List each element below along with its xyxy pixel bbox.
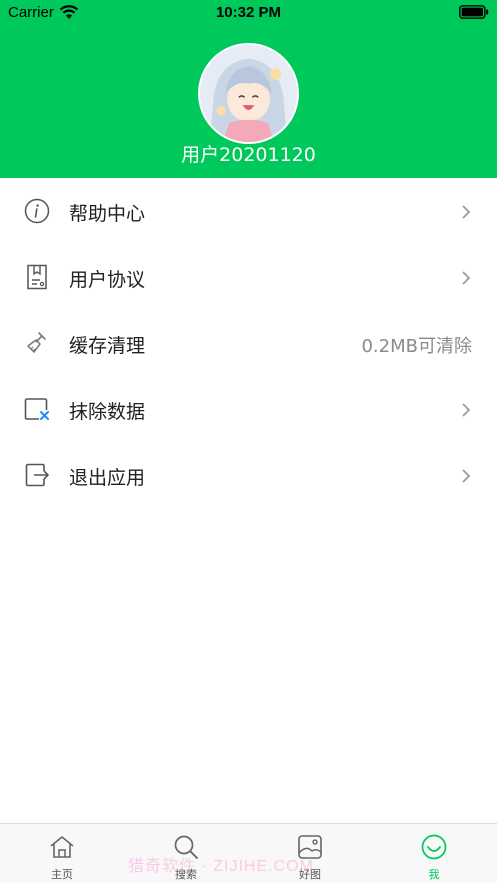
info-icon: [24, 198, 50, 224]
home-icon: [50, 836, 74, 858]
me-icon: [421, 834, 447, 860]
username: 用户20201120: [181, 144, 316, 166]
menu-item-help-center[interactable]: 帮助中心: [0, 178, 497, 244]
menu-item-user-agreement[interactable]: 用户协议: [0, 244, 497, 310]
menu-item-label: 帮助中心: [69, 203, 146, 225]
chevron-right-icon: [462, 403, 471, 417]
exit-icon: [25, 463, 49, 487]
avatar-illustration: [200, 45, 297, 142]
watermark: 猎奇软件 · ZIJIHE.COM: [128, 858, 314, 875]
tab-home[interactable]: 主页: [22, 824, 102, 883]
erase-icon: [24, 398, 49, 420]
menu-item-label: 用户协议: [69, 269, 146, 291]
avatar[interactable]: [198, 43, 299, 144]
menu-item-erase-data[interactable]: 抹除数据: [0, 376, 497, 442]
menu-item-clear-cache[interactable]: 缓存清理 0.2MB可清除: [0, 310, 497, 376]
chevron-right-icon: [462, 205, 471, 219]
chevron-right-icon: [462, 271, 471, 285]
settings-menu: 帮助中心 用户协议 缓存清理 0.2MB可清除 抹除数据 退出应用: [0, 178, 497, 508]
menu-item-exit-app[interactable]: 退出应用: [0, 442, 497, 508]
menu-item-label: 缓存清理: [69, 335, 146, 357]
document-icon: [27, 264, 47, 290]
menu-item-label: 抹除数据: [69, 401, 146, 423]
brush-icon: [27, 332, 46, 353]
chevron-right-icon: [462, 469, 471, 483]
status-time: 10:32 PM: [215, 4, 282, 21]
cache-size-value: 0.2MB可清除: [361, 336, 472, 357]
tab-bar: 主页 搜索 好图 我 猎奇软件 · ZIJIHE.COM: [0, 823, 497, 883]
battery-icon: [459, 5, 489, 19]
tab-label: 我: [428, 868, 440, 881]
profile-header: Carrier 10:32 PM 用户20201120: [0, 0, 497, 178]
tab-label: 主页: [51, 868, 73, 881]
menu-item-label: 退出应用: [69, 467, 146, 489]
tab-me[interactable]: 我: [394, 824, 474, 883]
status-bar: Carrier 10:32 PM: [0, 0, 497, 26]
